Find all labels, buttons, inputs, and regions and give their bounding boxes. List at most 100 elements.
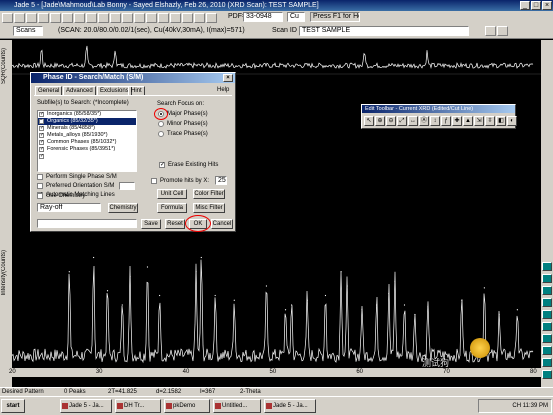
subfile-checkbox[interactable]: ✓ xyxy=(39,112,44,117)
pdf-number-field[interactable]: 33-0948 xyxy=(243,12,283,22)
cancel-button[interactable]: Cancel xyxy=(211,219,233,229)
subfile-checkbox[interactable]: ✓ xyxy=(39,119,44,124)
edit-tool-icon[interactable]: ◧ xyxy=(496,116,506,126)
preset-select[interactable] xyxy=(37,219,137,228)
task-button[interactable]: Untitled... xyxy=(213,399,261,413)
open-icon[interactable] xyxy=(2,13,13,23)
subfile-checkbox[interactable]: ✓ xyxy=(39,133,44,138)
edit-tool-icon[interactable]: ▲ xyxy=(463,116,473,126)
log-scale-icon[interactable] xyxy=(542,346,552,355)
pan-right-icon[interactable] xyxy=(542,322,552,331)
option-checkbox[interactable]: Use Chemistry xyxy=(37,192,85,200)
subfile-checkbox[interactable]: ✓ xyxy=(39,147,44,152)
task-button[interactable]: Jade 5 - Ja... xyxy=(264,399,316,413)
checkbox-box: ✓ xyxy=(159,162,166,168)
edit-tool-icon[interactable]: Ⓐ xyxy=(419,116,429,126)
task-button[interactable]: DH Tr... xyxy=(115,399,161,413)
color-filter-button[interactable]: Color Filter xyxy=(193,189,225,199)
subfile-item[interactable]: ✓ Inorganics (85/58/35*) xyxy=(38,111,136,118)
search-icon[interactable] xyxy=(146,13,157,23)
print-icon[interactable] xyxy=(26,13,37,23)
subfile-item[interactable]: ✓ Metals_alloys (85/1930*) xyxy=(38,132,136,139)
promote-value-field[interactable]: 25 xyxy=(215,176,227,185)
edit-tool-icon[interactable]: ⊕ xyxy=(375,116,385,126)
settings-icon[interactable] xyxy=(497,26,508,36)
save-button[interactable]: Save xyxy=(141,219,161,229)
tab-general[interactable]: General xyxy=(35,86,63,95)
tab-advanced[interactable]: Advanced xyxy=(63,86,96,95)
color-box-icon[interactable] xyxy=(485,26,496,36)
save-icon[interactable] xyxy=(14,13,25,23)
sample-name-field[interactable]: TEST SAMPLE xyxy=(299,26,469,36)
print-icon[interactable] xyxy=(542,370,552,379)
match-lines-field[interactable] xyxy=(119,182,135,190)
subfile-item[interactable]: ✓ Organics (85/32/35*) xyxy=(38,118,136,125)
subfile-item[interactable]: ✓ Forensic Phases (85/3951*) xyxy=(38,146,136,153)
smooth-icon[interactable] xyxy=(122,13,133,23)
edit-tool-icon[interactable]: ⊖ xyxy=(386,116,396,126)
edit-tool-icon[interactable]: ◐ xyxy=(507,116,517,126)
edit-tool-icon[interactable]: ƒ xyxy=(441,116,451,126)
scale-down-icon[interactable] xyxy=(542,298,552,307)
peak-point xyxy=(195,271,197,273)
tab-hint[interactable]: Hint xyxy=(128,86,145,95)
maximize-button[interactable]: □ xyxy=(531,1,541,10)
minimize-button[interactable]: _ xyxy=(520,1,530,10)
subfile-checkbox[interactable]: ✓ xyxy=(39,126,44,131)
redo-icon[interactable] xyxy=(50,13,61,23)
chart-icon[interactable] xyxy=(206,13,217,23)
scale-up-icon[interactable] xyxy=(542,286,552,295)
tab-exclusions[interactable]: Exclusions xyxy=(97,86,132,95)
report-icon[interactable] xyxy=(182,13,193,23)
background-icon[interactable] xyxy=(98,13,109,23)
option-checkbox[interactable]: Perform Single Phase S/M xyxy=(37,173,117,181)
full-view-icon[interactable] xyxy=(542,334,552,343)
unit-cell-button[interactable]: Unit Cell xyxy=(157,189,187,199)
start-button[interactable]: start xyxy=(1,399,25,413)
strip-icon[interactable] xyxy=(134,13,145,23)
task-button[interactable]: pkDemo xyxy=(164,399,210,413)
subfiles-list[interactable]: ✓ Inorganics (85/58/35*) ✓ Organics (85/32/… xyxy=(37,110,137,172)
dialog-help-link[interactable]: Help xyxy=(217,85,229,95)
zoom-out-icon[interactable] xyxy=(542,274,552,283)
formula-button[interactable]: Formula xyxy=(157,203,187,213)
edit-tool-icon[interactable]: ✚ xyxy=(452,116,462,126)
dialog-close-button[interactable]: × xyxy=(223,74,233,82)
subfile-checkbox[interactable]: ✓ xyxy=(39,154,44,159)
misc-filter-button[interactable]: Misc Filter xyxy=(193,203,225,213)
subfile-checkbox[interactable]: ✓ xyxy=(39,140,44,145)
radiation-select[interactable]: Cu xyxy=(287,12,305,22)
close-button[interactable]: × xyxy=(542,1,552,10)
focus-radio[interactable]: Minor Phase(s) xyxy=(158,120,208,128)
overlay-icon[interactable] xyxy=(170,13,181,23)
peak-icon[interactable] xyxy=(86,13,97,23)
focus-radio[interactable]: Trace Phase(s) xyxy=(158,130,208,138)
subfile-item[interactable]: ✓ xyxy=(38,153,136,160)
reset-button[interactable]: Reset xyxy=(165,219,185,229)
promote-hits-checkbox[interactable]: Promote hits by X: xyxy=(151,177,209,185)
edit-tool-icon[interactable]: ↖ xyxy=(364,116,374,126)
overlay-icon[interactable] xyxy=(542,358,552,367)
undo-icon[interactable] xyxy=(38,13,49,23)
subfile-item[interactable]: ✓ Common Phases (85/1032*) xyxy=(38,139,136,146)
chemistry-button[interactable]: Chemistry xyxy=(108,203,138,213)
edit-tool-icon[interactable]: ⤢ xyxy=(397,116,407,126)
peak-point xyxy=(233,299,235,301)
zoom-in-icon[interactable] xyxy=(542,262,552,271)
fit-icon[interactable] xyxy=(110,13,121,23)
edit-tool-icon[interactable]: ⇳ xyxy=(485,116,495,126)
option-checkbox[interactable]: Preferred Orientation S/M xyxy=(37,182,114,190)
cursor-icon[interactable] xyxy=(74,13,85,23)
edit-tool-icon[interactable]: ↔ xyxy=(408,116,418,126)
pdf-icon[interactable] xyxy=(158,13,169,23)
zoom-icon[interactable] xyxy=(62,13,73,23)
pan-left-icon[interactable] xyxy=(542,310,552,319)
edit-tool-icon[interactable]: ⇲ xyxy=(474,116,484,126)
calc-icon[interactable] xyxy=(194,13,205,23)
chemistry-select[interactable]: Ray-off xyxy=(37,203,101,212)
subfile-item[interactable]: ✓ Minerals (85/4858*) xyxy=(38,125,136,132)
erase-hits-checkbox[interactable]: ✓ Erase Existing Hits xyxy=(159,161,218,169)
edit-tool-icon[interactable]: ↕ xyxy=(430,116,440,126)
file-type-select[interactable]: Scans xyxy=(13,26,43,36)
task-button[interactable]: Jade 5 - Ja... xyxy=(60,399,112,413)
